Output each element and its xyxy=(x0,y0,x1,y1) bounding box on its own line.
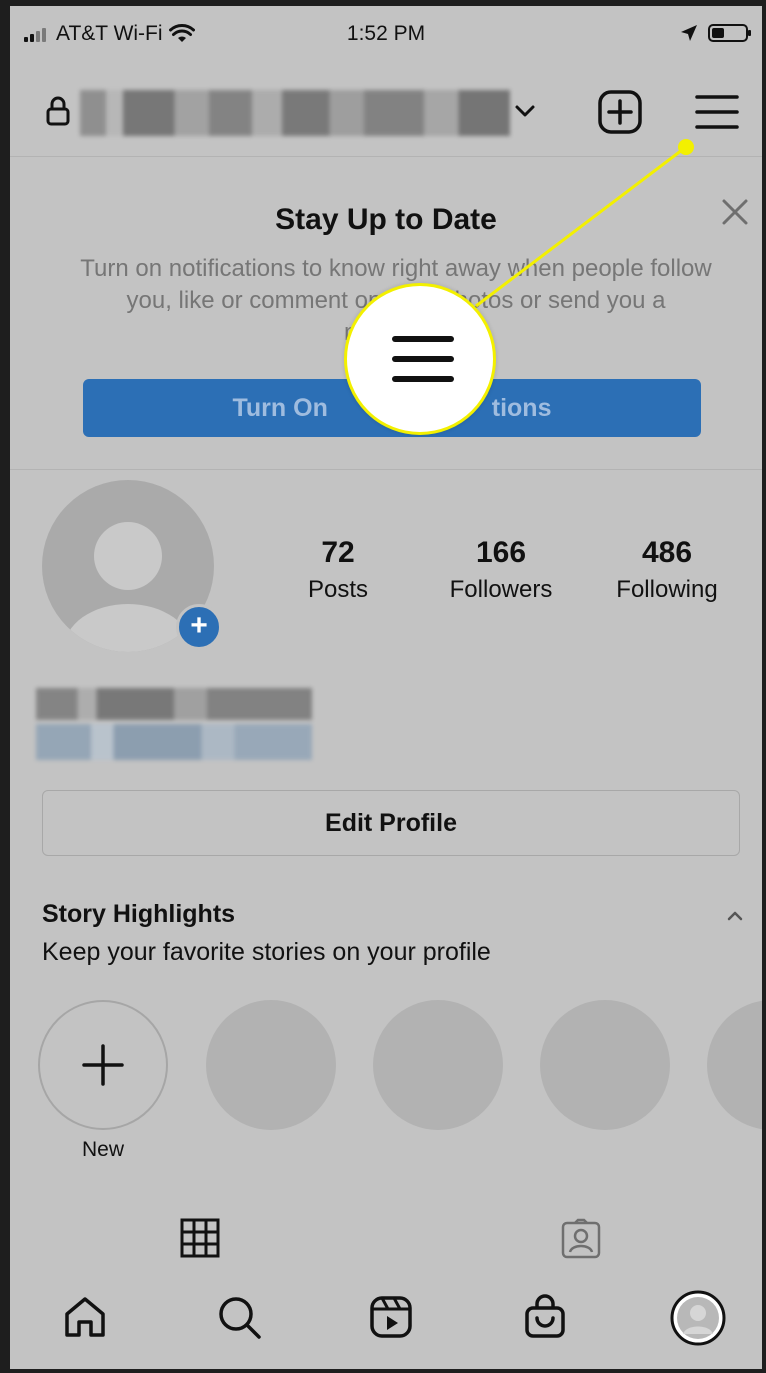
profile-name-redacted xyxy=(36,688,312,720)
followers-label: Followers xyxy=(449,576,553,603)
profile-bio-redacted xyxy=(36,724,312,760)
chevron-up-icon[interactable] xyxy=(726,910,744,922)
instagram-profile-screen: AT&T Wi-Fi 1:52 PM Stay Up to Date Turn … xyxy=(10,6,762,1369)
grid-icon[interactable] xyxy=(180,1218,220,1258)
new-highlight-label: New xyxy=(81,1138,124,1161)
story-highlights-title: Story Highlights xyxy=(42,900,236,928)
following-count: 486 xyxy=(641,536,693,569)
highlight-placeholder xyxy=(707,1000,762,1130)
reels-icon[interactable] xyxy=(368,1294,414,1340)
story-highlights-subtitle: Keep your favorite stories on your profi… xyxy=(42,938,491,966)
menu-icon-magnified-callout xyxy=(344,283,496,435)
following-stat[interactable]: 486 Following xyxy=(592,536,742,604)
new-highlight-button[interactable] xyxy=(38,1000,168,1130)
profile-tabs xyxy=(10,1204,762,1270)
shop-icon[interactable] xyxy=(522,1294,568,1340)
profile-avatar-icon[interactable] xyxy=(670,1290,726,1346)
followers-count: 166 xyxy=(475,536,527,569)
posts-label: Posts xyxy=(307,576,369,603)
bottom-nav xyxy=(10,1272,762,1369)
posts-count: 72 xyxy=(321,536,355,569)
add-story-button[interactable]: + xyxy=(176,604,222,650)
posts-stat[interactable]: 72 Posts xyxy=(288,536,388,604)
highlight-placeholder xyxy=(373,1000,503,1130)
search-icon[interactable] xyxy=(216,1294,262,1340)
home-icon[interactable] xyxy=(62,1294,108,1340)
followers-stat[interactable]: 166 Followers xyxy=(428,536,574,604)
tagged-icon[interactable] xyxy=(560,1218,602,1260)
plus-icon xyxy=(82,1044,124,1086)
edit-profile-button[interactable]: Edit Profile xyxy=(42,790,740,856)
highlight-placeholder xyxy=(540,1000,670,1130)
highlight-placeholder xyxy=(206,1000,336,1130)
following-label: Following xyxy=(616,576,718,603)
